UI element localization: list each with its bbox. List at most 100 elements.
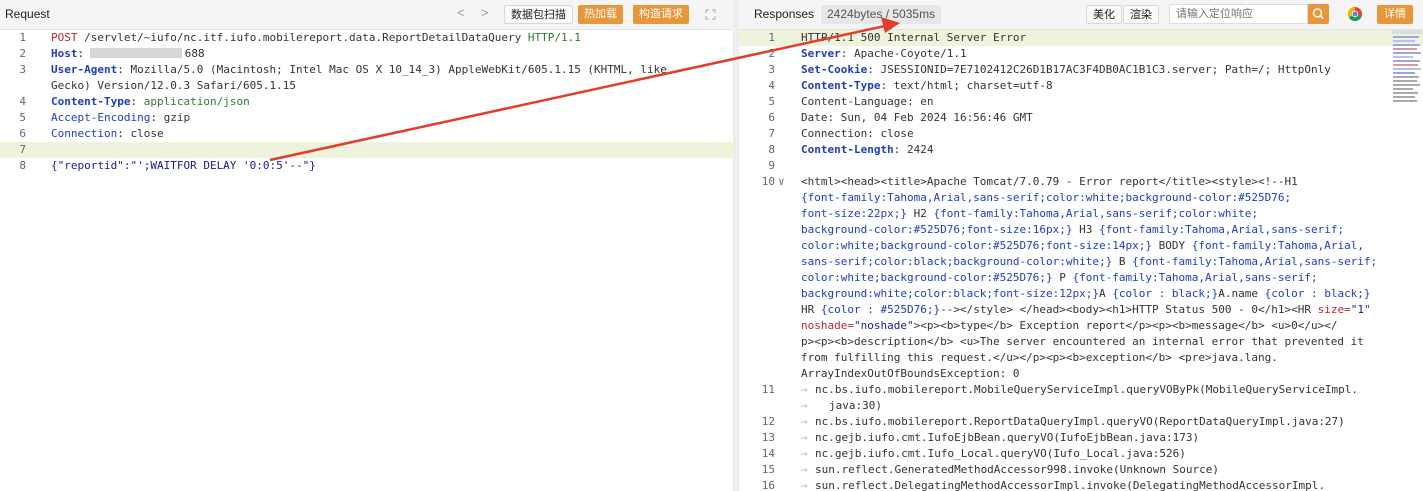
code-token: H3 [1072,223,1100,236]
code-token: A [1099,287,1113,300]
chrome-icon[interactable] [1347,6,1363,22]
code-line: Set-Cookie: JSESSIONID=7E7102412C26D1B17… [801,62,1331,78]
code-token: {font-family:Tahoma,Arial,sans-serif; [1072,271,1318,284]
tab-guide-icon: → [801,383,808,396]
request-pane: Request < > 数据包扫描 热加载 构造请求 1 POST /servle… [0,0,733,491]
code-line: <html><head><title>Apache Tomcat/7.0.79 … [801,174,1298,190]
current-line-highlight [0,142,733,158]
tab-guide-icon: → [801,415,808,428]
code-line: color:white;background-color:#525D76;fon… [801,238,1364,254]
code-token: ><p><b>type</b> Exception report</p><p><… [913,319,1338,332]
hot-load-button[interactable]: 热加载 [578,5,623,24]
line-number: 4 [768,79,775,92]
fold-chevron-icon[interactable]: ∨ [778,174,785,190]
code-token: --></style> </head><body><h1>HTTP Status… [940,303,1318,316]
code-token: Content-Type [801,79,881,92]
code-token: : Mozilla/5.0 (Macintosh; Intel Mac OS X… [117,63,667,76]
line-number: 12 [761,415,775,428]
code-line: {font-family:Tahoma,Arial,sans-serif;col… [801,190,1291,206]
line-number [749,286,775,302]
code-line: POST /servlet/~iufo/nc.itf.iufo.mobilere… [51,30,581,46]
line-number [749,366,775,382]
line-number [749,270,775,286]
line-number [749,318,775,334]
tab-guide-icon: → [801,399,808,412]
code-token: "1" [1350,303,1371,316]
code-line: sun.reflect.GeneratedMethodAccessor998.i… [815,462,1219,478]
code-line: background-color:#525D76;font-size:16px;… [801,222,1344,238]
code-token: background-color:#525D76;font-size:16px;… [801,223,1073,236]
code-line: Content-Length: 2424 [801,142,933,158]
beautify-button[interactable]: 美化 [1086,5,1122,24]
nav-prev-icon[interactable]: < [457,5,465,20]
code-line: Content-Type: application/json [51,94,250,110]
code-token: background:white;color:black;font-size:1… [801,287,1100,300]
line-number: 3 [19,63,26,76]
code-token: nc.bs.iufo.mobilereport.MobileQueryServi… [815,383,1359,396]
request-title: Request [5,7,50,21]
tab-guide-icon: → [801,447,808,460]
packet-scan-button[interactable]: 数据包扫描 [504,5,573,24]
detail-button[interactable]: 详情 [1377,5,1413,24]
code-token: HR [801,303,821,316]
code-token: Server [801,47,841,60]
locate-response-input[interactable] [1169,4,1308,24]
code-token: HTTP/1.1 500 Internal Server Error [801,31,1027,44]
response-header: Responses 2424bytes / 5035ms 美化 渲染 详情 [739,0,1423,30]
code-token: : Apache-Coyote/1.1 [840,47,967,60]
code-token: P [1052,271,1073,284]
expand-icon[interactable] [705,9,716,20]
code-line: Connection: close [51,126,164,142]
line-number [749,334,775,350]
code-token: color:white;background-color:#525D76;} [801,271,1053,284]
line-number: 5 [768,95,775,108]
render-button[interactable]: 渲染 [1123,5,1159,24]
code-line: User-Agent: Mozilla/5.0 (Macintosh; Inte… [51,62,667,78]
line-number [749,222,775,238]
code-line: java:30) [829,398,882,414]
code-token: : JSESSIONID=7E7102412C26D1B17AC3F4DB0AC… [867,63,1331,76]
code-token: HTTP/1.1 [527,31,581,44]
code-line: font-size:22px;} H2 {font-family:Tahoma,… [801,206,1258,222]
tab-guide-icon: → [801,463,808,476]
code-token: Gecko) Version/12.0.3 Safari/605.1.15 [51,79,297,92]
code-token: : [77,47,91,60]
code-line: Content-Language: en [801,94,933,110]
code-token: Date: Sun, 04 Feb 2024 16:56:46 GMT [801,111,1033,124]
code-line: nc.gejb.iufo.cmt.IufoEjbBean.queryVO(Iuf… [815,430,1199,446]
code-token: POST [51,31,85,44]
code-token: {font-family:Tahoma,Arial,sans-serif;col… [933,207,1258,220]
code-token: nc.bs.iufo.mobilereport.ReportDataQueryI… [815,415,1345,428]
code-line: HTTP/1.1 500 Internal Server Error [801,30,1026,46]
code-line: Gecko) Version/12.0.3 Safari/605.1.15 [51,78,296,94]
redacted-host [90,48,182,58]
code-line: nc.bs.iufo.mobilereport.MobileQueryServi… [815,382,1358,398]
detail-label: 详情 [1384,8,1406,20]
code-token: {font-family:Tahoma,Arial,sans-serif; [1132,255,1378,268]
construct-request-button[interactable]: 构造请求 [633,5,689,24]
code-line: Date: Sun, 04 Feb 2024 16:56:46 GMT [801,110,1033,126]
code-line: Content-Type: text/html; charset=utf-8 [801,78,1053,94]
code-token: <html><head><title>Apache Tomcat/7.0.79 … [801,175,1298,188]
code-line: nc.gejb.iufo.cmt.Iufo_Local.queryVO(Iufo… [815,446,1186,462]
code-token: /servlet/~iufo/nc.itf.iufo.mobilereport.… [84,31,528,44]
nav-next-icon[interactable]: > [481,5,489,20]
code-token: ArrayIndexOutOfBoundsException: 0 [801,367,1020,380]
code-token: Connection [51,127,118,140]
code-line: HR {color : #525D76;}--></style> </head>… [801,302,1371,318]
code-token: sun.reflect.GeneratedMethodAccessor998.i… [815,463,1219,476]
line-number: 3 [768,63,775,76]
minimap[interactable] [1392,30,1422,105]
code-token: A.name [1218,287,1265,300]
search-button[interactable] [1308,4,1329,24]
code-token: color:white;background-color:#525D76;fon… [801,239,1152,252]
code-line: from fulfilling this request.</u></p><p>… [801,350,1278,366]
code-token: Accept-Encoding [51,111,151,124]
code-token: sun.reflect.DelegatingMethodAccessorImpl… [815,479,1325,491]
code-token: noshade= [801,319,854,332]
code-line: ArrayIndexOutOfBoundsException: 0 [801,366,1020,382]
code-token: : close [117,127,164,140]
response-pane: Responses 2424bytes / 5035ms 美化 渲染 详情 1 H… [739,0,1423,491]
code-line: nc.bs.iufo.mobilereport.ReportDataQueryI… [815,414,1345,430]
code-token: H2 [906,207,934,220]
